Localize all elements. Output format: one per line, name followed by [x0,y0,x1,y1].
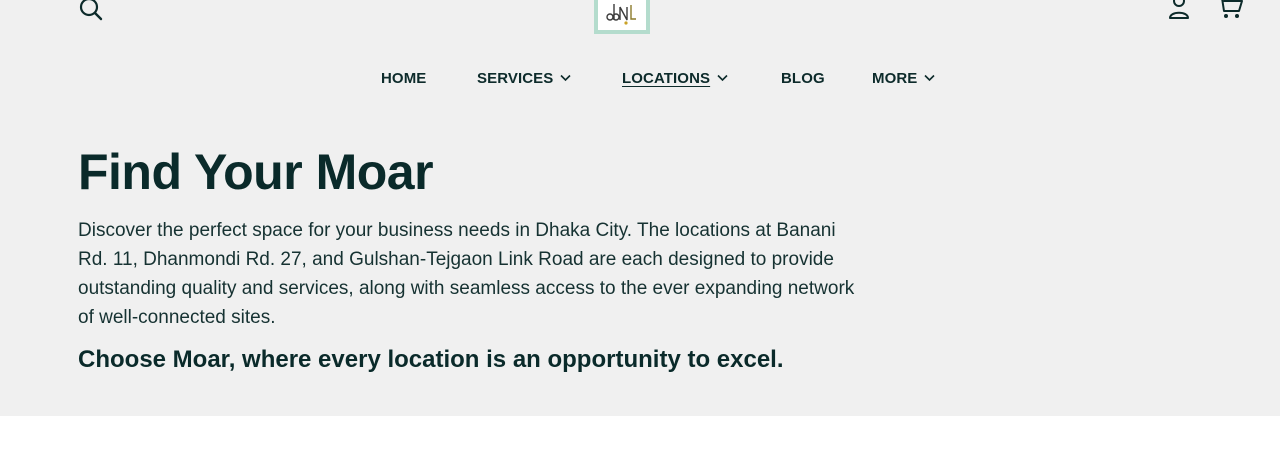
page-title: Find Your Moar [78,144,434,200]
nav-item-services[interactable]: SERVICES [477,66,571,90]
user-icon [1169,0,1189,19]
main-nav: HOME SERVICES LOCATIONS BLOG MORE [0,66,1280,90]
search-button[interactable] [78,0,104,22]
nav-label: HOME [381,69,427,87]
chevron-down-icon [560,74,571,82]
site-logo[interactable] [594,0,650,34]
cart-icon [1221,0,1243,18]
hero-tagline: Choose Moar, where every location is an … [78,346,784,373]
nav-label: MORE [872,69,918,87]
cart-button[interactable] [1216,0,1244,20]
chevron-down-icon [717,74,728,82]
nav-label: SERVICES [477,69,554,87]
account-button[interactable] [1167,0,1191,20]
nav-label: BLOG [781,69,825,87]
search-icon [79,0,103,21]
moar-logo-icon [606,4,636,25]
nav-item-locations[interactable]: LOCATIONS [622,66,728,90]
nav-item-more[interactable]: MORE [872,66,935,90]
hero-description: Discover the perfect space for your busi… [78,220,855,328]
nav-label: LOCATIONS [622,69,711,87]
chevron-down-icon [924,74,935,82]
nav-item-blog[interactable]: BLOG [781,66,825,90]
nav-item-home[interactable]: HOME [381,66,426,90]
page: HOME SERVICES LOCATIONS BLOG MORE Find Y… [0,0,1280,449]
